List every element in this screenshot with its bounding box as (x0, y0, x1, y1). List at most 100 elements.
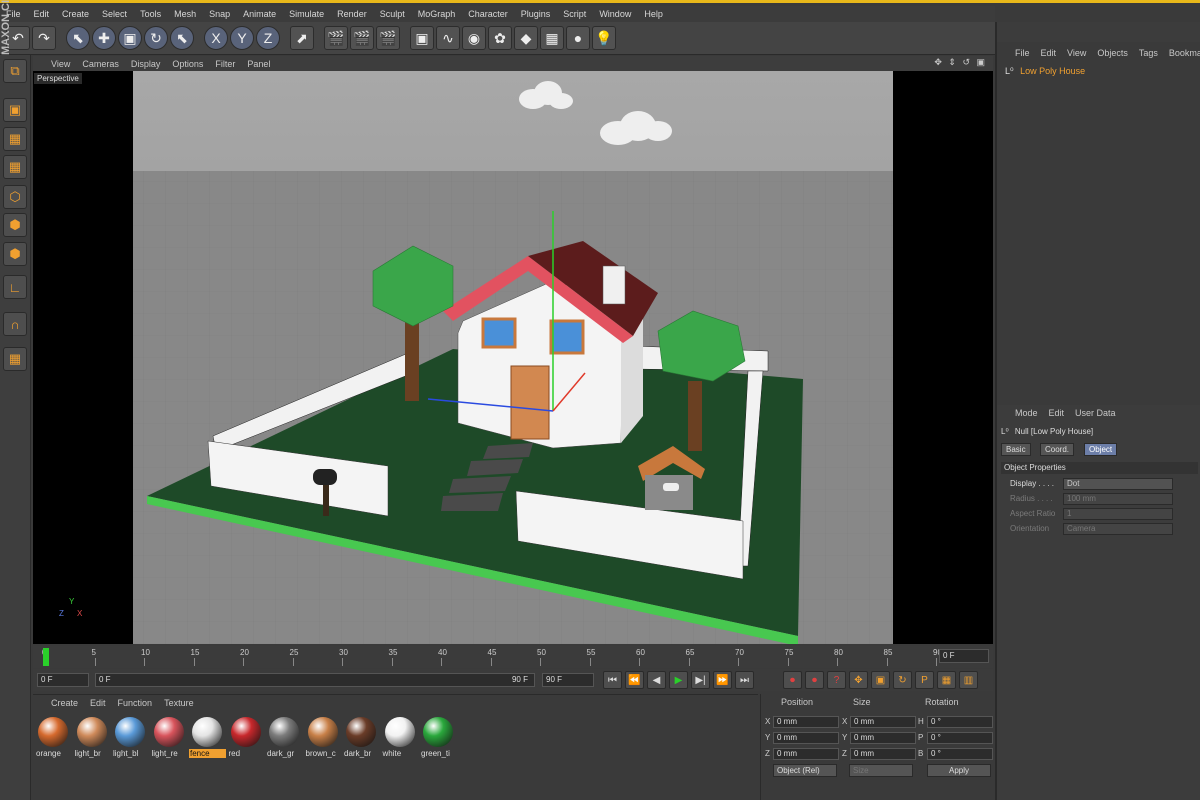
viewport-menu-cameras[interactable]: Cameras (82, 59, 119, 69)
menu-item-sculpt[interactable]: Sculpt (380, 9, 405, 19)
param-key-icon[interactable]: P (915, 671, 934, 689)
viewport-menu-panel[interactable]: Panel (247, 59, 270, 69)
menu-item-mesh[interactable]: Mesh (174, 9, 196, 19)
material-swatch-orange[interactable]: orange (35, 715, 71, 763)
recent-tool-icon[interactable]: ⬉ (170, 26, 194, 50)
viewport-menu-view[interactable]: View (51, 59, 70, 69)
subdivision-icon[interactable]: ◉ (462, 26, 486, 50)
next-key-icon[interactable]: ⏩ (713, 671, 732, 689)
timeline-icon[interactable]: ▥ (959, 671, 978, 689)
viewport-nav-icons[interactable]: ✥ ⇕ ↺ ▣ (934, 57, 987, 68)
material-menu-texture[interactable]: Texture (164, 698, 194, 708)
menu-item-mograph[interactable]: MoGraph (418, 9, 456, 19)
material-swatch-light_re[interactable]: light_re (151, 715, 187, 763)
position-x-field[interactable]: 0 mm (773, 716, 839, 728)
menu-item-animate[interactable]: Animate (243, 9, 276, 19)
object-menu-file[interactable]: File (1015, 48, 1030, 58)
magnet-icon[interactable]: ∩ (3, 312, 27, 336)
object-menu-edit[interactable]: Edit (1041, 48, 1057, 58)
start-frame-field[interactable]: 0 F (37, 673, 89, 687)
property-field[interactable]: 100 mm (1063, 493, 1173, 505)
attribute-menu-edit[interactable]: Edit (1049, 408, 1065, 418)
rotation-b-field[interactable]: 0 ° (927, 748, 993, 760)
menu-item-tools[interactable]: Tools (140, 9, 161, 19)
live-selection-icon[interactable]: ⬉ (66, 26, 90, 50)
key-help-icon[interactable]: ? (827, 671, 846, 689)
object-menu-objects[interactable]: Objects (1097, 48, 1128, 58)
redo-icon[interactable]: ↷ (32, 26, 56, 50)
position-y-field[interactable]: 0 mm (773, 732, 839, 744)
object-item-low-poly-house[interactable]: L⁰ Low Poly House (1001, 64, 1198, 78)
coordinate-mode-dropdown[interactable]: Object (Rel) (773, 764, 837, 777)
menu-item-create[interactable]: Create (62, 9, 89, 19)
rotation-p-field[interactable]: 0 ° (927, 732, 993, 744)
position-z-field[interactable]: 0 mm (773, 748, 839, 760)
material-swatch-brown_c[interactable]: brown_c (305, 715, 341, 763)
x-axis-icon[interactable]: X (204, 26, 228, 50)
menu-item-render[interactable]: Render (337, 9, 367, 19)
rotate-icon[interactable]: ↻ (144, 26, 168, 50)
polygons-mode-icon[interactable]: ⬢ (3, 242, 27, 266)
menu-item-simulate[interactable]: Simulate (289, 9, 324, 19)
apply-button[interactable]: Apply (927, 764, 991, 777)
z-axis-icon[interactable]: Z (256, 26, 280, 50)
tab-basic[interactable]: Basic (1001, 443, 1031, 456)
material-menu-create[interactable]: Create (51, 698, 78, 708)
perspective-viewport[interactable]: Y Z X Perspective (33, 71, 993, 644)
coordinate-system-icon[interactable]: ⬈ (290, 26, 314, 50)
floor-icon[interactable]: ▦ (540, 26, 564, 50)
rotate-key-icon[interactable]: ↻ (893, 671, 912, 689)
object-menu-bookmarks[interactable]: Bookmarks (1169, 48, 1200, 58)
axis-mode-icon[interactable]: ∟ (3, 275, 27, 299)
material-swatch-green_ti[interactable]: green_ti (420, 715, 456, 763)
menu-item-select[interactable]: Select (102, 9, 127, 19)
current-frame-field[interactable]: 0 F (939, 649, 989, 663)
play-icon[interactable]: ▶ (669, 671, 688, 689)
object-menu-tags[interactable]: Tags (1139, 48, 1158, 58)
property-field[interactable]: Dot (1063, 478, 1173, 490)
go-to-end-icon[interactable]: ⏭ (735, 671, 754, 689)
scale-icon[interactable]: ▣ (118, 26, 142, 50)
make-editable-icon[interactable]: ⧉ (3, 59, 27, 83)
menu-item-character[interactable]: Character (468, 9, 508, 19)
texture-mode-icon[interactable]: ▦ (3, 127, 27, 151)
viewport-menu-filter[interactable]: Filter (215, 59, 235, 69)
menu-item-help[interactable]: Help (644, 9, 663, 19)
points-mode-icon[interactable]: ⬡ (3, 185, 27, 209)
record-keys-icon[interactable]: ⏺ (783, 671, 802, 689)
render-picture-viewer-icon[interactable]: 🎬 (350, 26, 374, 50)
viewport-menu-options[interactable]: Options (172, 59, 203, 69)
size-z-field[interactable]: 0 mm (850, 748, 916, 760)
array-icon[interactable]: ✿ (488, 26, 512, 50)
material-swatch-red[interactable]: red (228, 715, 264, 763)
material-menu-edit[interactable]: Edit (90, 698, 106, 708)
move-icon[interactable]: ✚ (92, 26, 116, 50)
size-y-field[interactable]: 0 mm (850, 732, 916, 744)
menu-item-edit[interactable]: Edit (34, 9, 50, 19)
playhead-marker[interactable] (43, 648, 49, 666)
step-back-icon[interactable]: ◀ (647, 671, 666, 689)
material-swatch-fence[interactable]: fence (189, 715, 226, 763)
go-to-start-icon[interactable]: ⏮ (603, 671, 622, 689)
size-x-field[interactable]: 0 mm (850, 716, 916, 728)
edit-render-settings-icon[interactable]: 🎬 (376, 26, 400, 50)
menu-item-window[interactable]: Window (599, 9, 631, 19)
camera-icon[interactable]: ● (566, 26, 590, 50)
size-mode-dropdown[interactable]: Size (849, 764, 913, 777)
property-field[interactable]: 1 (1063, 508, 1173, 520)
viewport-menu-display[interactable]: Display (131, 59, 161, 69)
light-icon[interactable]: 💡 (592, 26, 616, 50)
deformer-icon[interactable]: ◆ (514, 26, 538, 50)
frame-range-slider[interactable]: 0 F 90 F (95, 673, 535, 687)
autokey-icon[interactable]: ⏺ (805, 671, 824, 689)
workplane-icon[interactable]: ▦ (3, 155, 27, 179)
menu-item-script[interactable]: Script (563, 9, 586, 19)
pla-key-icon[interactable]: ▦ (937, 671, 956, 689)
material-swatch-dark_gr[interactable]: dark_gr (266, 715, 302, 763)
edges-mode-icon[interactable]: ⬢ (3, 213, 27, 237)
model-mode-icon[interactable]: ▣ (3, 98, 27, 122)
material-swatch-dark_br[interactable]: dark_br (343, 715, 379, 763)
tab-coord[interactable]: Coord. (1040, 443, 1075, 456)
y-axis-icon[interactable]: Y (230, 26, 254, 50)
material-swatch-light_br[interactable]: light_br (74, 715, 110, 763)
